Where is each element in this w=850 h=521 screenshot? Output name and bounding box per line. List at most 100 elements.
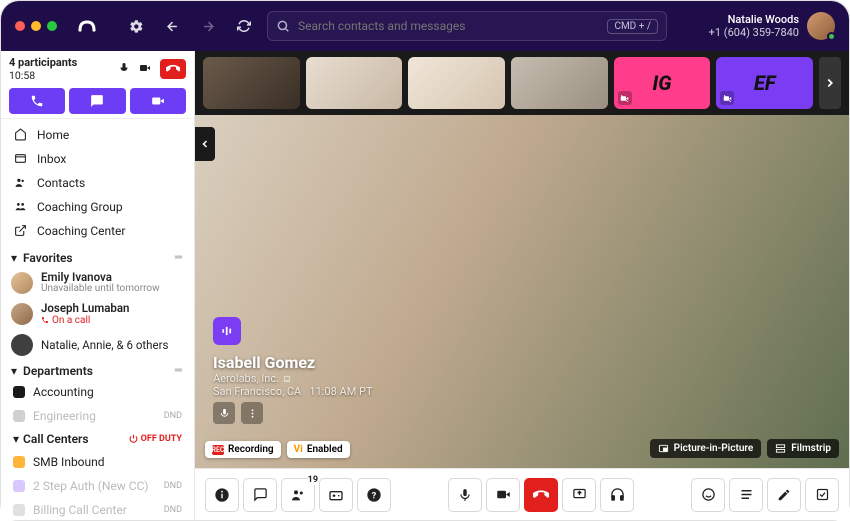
minimize-window[interactable] <box>31 21 41 31</box>
call-toolbar: 19 ? <box>195 468 849 520</box>
external-icon <box>13 224 27 237</box>
department-item[interactable]: Accounting <box>1 380 194 404</box>
video-icon[interactable] <box>138 62 152 77</box>
current-user[interactable]: Natalie Woods +1 (604) 359-7840 <box>709 12 835 40</box>
maximize-window[interactable] <box>47 21 57 31</box>
participant-thumb[interactable] <box>511 57 608 109</box>
section-label: Favorites <box>23 251 73 265</box>
cc-name: Billing Call Center <box>33 503 127 517</box>
participant-thumb[interactable] <box>203 57 300 109</box>
participant-thumb[interactable] <box>408 57 505 109</box>
cc-swatch <box>13 504 25 516</box>
collapse-sidebar-tab[interactable] <box>195 127 215 161</box>
call-action-video[interactable] <box>130 88 186 114</box>
call-timer: 10:58 <box>9 70 77 82</box>
home-icon <box>13 128 27 141</box>
inbox-icon <box>13 152 27 165</box>
forward-button[interactable] <box>195 13 221 39</box>
call-action-message[interactable] <box>69 88 125 114</box>
edit-button[interactable] <box>767 478 801 512</box>
call-center-item[interactable]: Billing Call CenterDND <box>1 498 194 520</box>
reactions-button[interactable] <box>691 478 725 512</box>
favorite-name: Emily Ivanova <box>41 271 160 284</box>
pip-button[interactable]: Picture-in-Picture <box>650 439 762 458</box>
initials: EF <box>754 71 776 95</box>
nav-label: Contacts <box>37 176 85 190</box>
user-phone: +1 (604) 359-7840 <box>709 26 799 39</box>
vi-badge: ViEnabled <box>287 441 350 458</box>
app-logo <box>77 16 97 36</box>
laptop-icon <box>282 375 292 383</box>
contacts-icon <box>13 176 27 189</box>
close-window[interactable] <box>15 21 25 31</box>
info-button[interactable] <box>205 478 239 512</box>
user-avatar[interactable] <box>807 12 835 40</box>
search-bar[interactable]: CMD + / <box>267 11 667 41</box>
recording-badge: RECRecording <box>205 441 281 458</box>
off-duty-badge[interactable]: OFF DUTY <box>129 434 182 444</box>
active-call-panel: 4 participants 10:58 <box>1 51 194 119</box>
headset-button[interactable] <box>600 478 634 512</box>
section-call-centers[interactable]: ▾ Call Centers OFF DUTY <box>1 428 194 450</box>
mic-icon[interactable] <box>118 62 130 77</box>
speaker-name: Isabell Gomez <box>213 353 373 372</box>
end-call-button[interactable] <box>524 478 558 512</box>
help-button[interactable]: ? <box>357 478 391 512</box>
chevron-down-icon: ▾ <box>11 251 17 265</box>
nav-label: Coaching Center <box>37 224 126 238</box>
nav-coaching-group[interactable]: Coaching Group <box>1 195 194 219</box>
dnd-badge: DND <box>164 411 182 421</box>
section-departments[interactable]: ▾ Departments ═ <box>1 360 194 380</box>
favorite-item[interactable]: Emily IvanovaUnavailable until tomorrow <box>1 267 194 299</box>
call-center-item[interactable]: SMB Inbound <box>1 450 194 474</box>
nav-contacts[interactable]: Contacts <box>1 171 194 195</box>
department-item[interactable]: Engineering DND <box>1 404 194 428</box>
nav-coaching-center[interactable]: Coaching Center <box>1 219 194 243</box>
section-label: Departments <box>23 364 93 378</box>
filmstrip: IG EF <box>195 51 849 115</box>
chevron-down-icon: ▾ <box>11 364 17 378</box>
refresh-button[interactable] <box>231 13 257 39</box>
participants-button[interactable]: 19 <box>281 478 315 512</box>
favorite-item[interactable]: Natalie, Annie, & 6 others <box>1 330 194 360</box>
participant-thumb[interactable]: EF <box>716 57 813 109</box>
section-favorites[interactable]: ▾ Favorites ═ <box>1 247 194 267</box>
call-action-phone[interactable] <box>9 88 65 114</box>
cc-swatch <box>13 480 25 492</box>
mute-button[interactable] <box>448 478 482 512</box>
chat-button[interactable] <box>243 478 277 512</box>
voice-ai-icon <box>213 317 241 345</box>
search-input[interactable] <box>298 19 599 33</box>
presence-indicator <box>827 32 836 41</box>
list-button[interactable] <box>729 478 763 512</box>
dept-name: Engineering <box>33 409 96 423</box>
power-icon <box>129 434 138 443</box>
speaker-more-button[interactable] <box>241 402 263 424</box>
nav-inbox[interactable]: Inbox <box>1 147 194 171</box>
call-center-item[interactable]: 2 Step Auth (New CC)DND <box>1 474 194 498</box>
favorite-name: Natalie, Annie, & 6 others <box>41 339 168 352</box>
speaker-mic-button[interactable] <box>213 402 235 424</box>
checkbox-button[interactable] <box>805 478 839 512</box>
favorite-name: Joseph Lumaban <box>41 302 129 315</box>
rec-icon: REC <box>212 445 224 455</box>
section-menu-icon[interactable]: ═ <box>175 252 182 263</box>
hangup-button[interactable] <box>160 59 186 79</box>
camera-button[interactable] <box>486 478 520 512</box>
nav-label: Inbox <box>37 152 66 166</box>
participant-thumb[interactable]: IG <box>614 57 711 109</box>
participant-thumb[interactable] <box>306 57 403 109</box>
nav-home[interactable]: Home <box>1 123 194 147</box>
filmstrip-next[interactable] <box>819 57 841 109</box>
section-menu-icon[interactable]: ═ <box>175 365 182 376</box>
share-screen-button[interactable] <box>562 478 596 512</box>
add-person-button[interactable] <box>319 478 353 512</box>
settings-button[interactable] <box>123 13 149 39</box>
participants-label: 4 participants <box>9 57 77 70</box>
group-icon <box>13 200 27 213</box>
favorite-item[interactable]: Joseph LumabanOn a call <box>1 298 194 330</box>
filmstrip-button[interactable]: Filmstrip <box>767 439 839 458</box>
back-button[interactable] <box>159 13 185 39</box>
window-controls <box>15 21 57 31</box>
speaker-company: Aerolabs, Inc. <box>213 372 373 385</box>
